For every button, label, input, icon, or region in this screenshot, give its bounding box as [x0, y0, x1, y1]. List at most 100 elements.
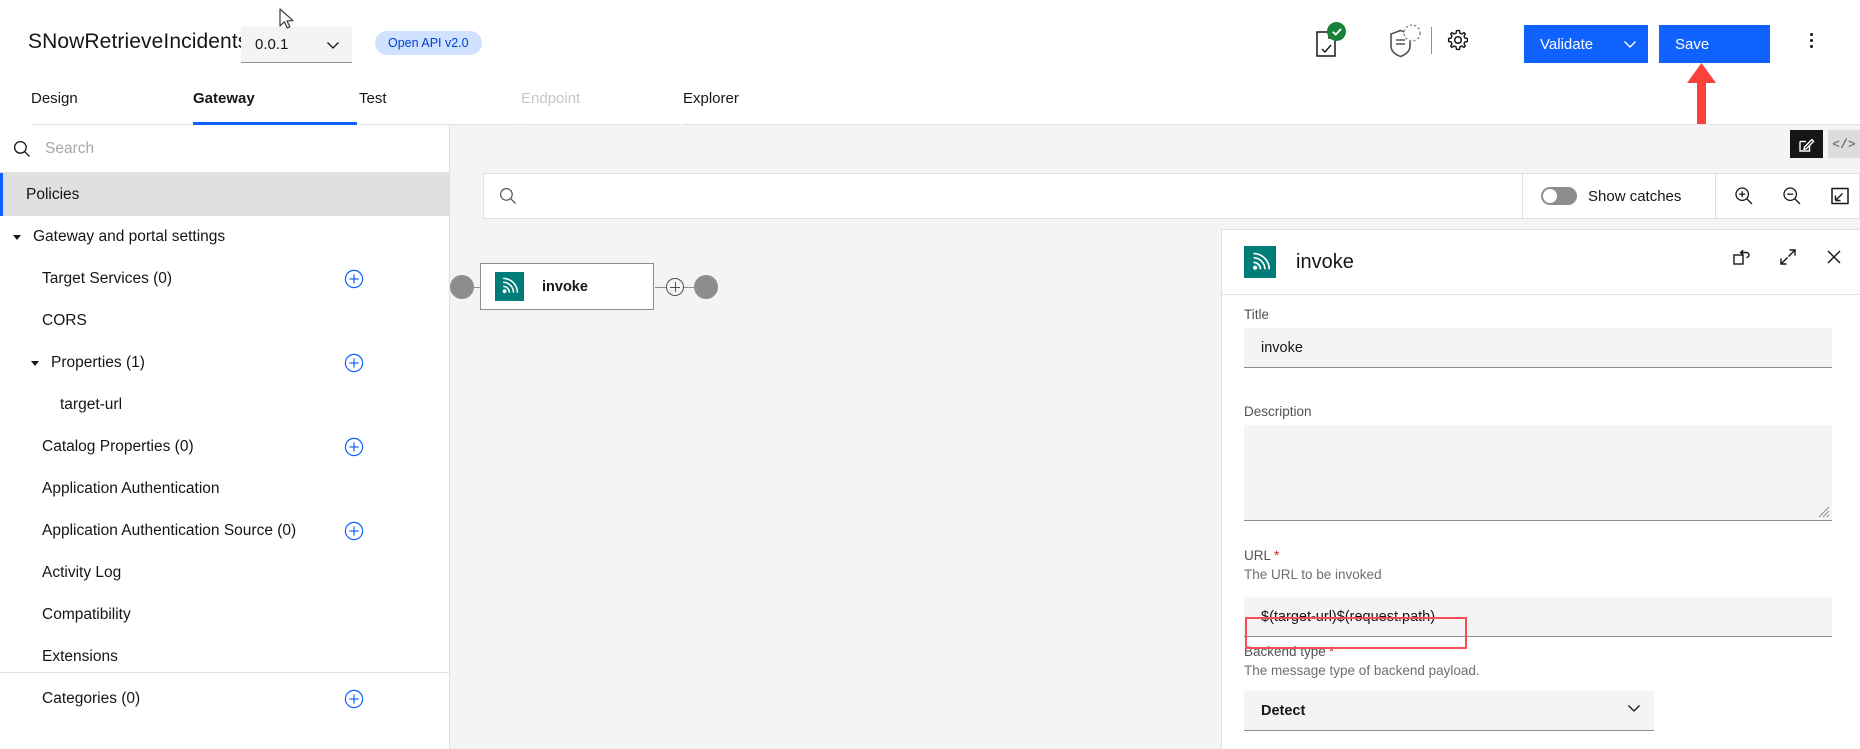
- add-item-button[interactable]: [344, 437, 364, 457]
- property-panel-title: invoke: [1296, 251, 1354, 274]
- tab-gateway-label: Gateway: [193, 90, 255, 107]
- tab-explorer[interactable]: Explorer: [683, 87, 843, 125]
- code-view-button[interactable]: </>: [1828, 130, 1860, 158]
- overflow-menu-button[interactable]: [1800, 28, 1822, 52]
- caret-down-icon: [29, 357, 41, 369]
- sidebar-group-gateway-portal-settings[interactable]: Gateway and portal settings: [0, 216, 449, 258]
- search-input[interactable]: [45, 140, 395, 158]
- sidebar-divider: [0, 672, 449, 673]
- add-item-button[interactable]: [344, 689, 364, 709]
- sidebar-item-label: Compatibility: [42, 606, 131, 624]
- mouse-cursor-icon: [279, 8, 296, 32]
- edit-pencil-icon: [1798, 136, 1815, 153]
- zoom-out-icon[interactable]: [1781, 185, 1803, 207]
- tab-test[interactable]: Test: [359, 87, 519, 125]
- sidebar-item-target-services-0[interactable]: Target Services (0): [0, 258, 449, 300]
- chevron-down-icon: [325, 37, 341, 53]
- sidebar-item-application-authentication[interactable]: Application Authentication: [0, 468, 449, 510]
- sidebar-item-policies[interactable]: Policies: [0, 173, 449, 216]
- canvas-search[interactable]: [483, 173, 1523, 219]
- invoke-signal-icon: [1244, 246, 1276, 278]
- save-button[interactable]: Save: [1659, 25, 1770, 63]
- sidebar-item-application-authentication-source-0[interactable]: Application Authentication Source (0): [0, 510, 449, 552]
- url-field-help: The URL to be invoked: [1244, 567, 1382, 582]
- sidebar-search[interactable]: [0, 125, 449, 173]
- close-icon[interactable]: [1824, 247, 1844, 267]
- sidebar-item-label: Activity Log: [42, 564, 121, 582]
- property-panel-header: invoke: [1222, 230, 1860, 295]
- show-catches-toggle[interactable]: [1541, 187, 1577, 205]
- property-panel: invoke Title Description: [1221, 229, 1860, 749]
- flow-add-node-after[interactable]: [666, 278, 684, 296]
- show-catches-label: Show catches: [1588, 188, 1681, 205]
- sidebar-item-label: Application Authentication: [42, 480, 220, 498]
- sidebar-item-cors[interactable]: CORS: [0, 300, 449, 342]
- tab-test-label: Test: [359, 90, 387, 107]
- expand-icon[interactable]: [1778, 247, 1798, 267]
- sidebar-item-label: Properties (1): [51, 354, 145, 372]
- api-version-badge: Open API v2.0: [375, 31, 482, 55]
- backend-required-mark: *: [1329, 644, 1334, 659]
- url-field[interactable]: [1244, 597, 1832, 637]
- property-panel-actions: [1732, 247, 1844, 267]
- search-icon: [12, 139, 32, 159]
- flow-connector: [684, 287, 694, 288]
- page-title: SNowRetrieveIncidents: [28, 30, 248, 54]
- property-panel-body: Title Description URL* The URL to be inv…: [1222, 295, 1860, 749]
- tab-explorer-label: Explorer: [683, 90, 739, 107]
- flow-end-node[interactable]: [694, 275, 718, 299]
- fit-to-screen-icon[interactable]: [1829, 185, 1851, 207]
- search-icon: [498, 186, 518, 206]
- tab-endpoint-label: Endpoint: [521, 90, 580, 107]
- add-item-button[interactable]: [344, 269, 364, 289]
- url-field-label-text: URL: [1244, 548, 1271, 563]
- sidebar-item-catalog-properties-0[interactable]: Catalog Properties (0): [0, 426, 449, 468]
- flow-node-invoke[interactable]: invoke: [480, 263, 654, 310]
- tab-endpoint: Endpoint: [521, 87, 681, 125]
- zoom-controls: [1716, 173, 1860, 219]
- description-field-label: Description: [1244, 404, 1312, 419]
- flow-connector: [655, 287, 666, 288]
- invoke-signal-icon: [495, 272, 524, 301]
- version-select[interactable]: 0.0.1: [241, 27, 352, 63]
- canvas-search-input[interactable]: [530, 188, 1460, 205]
- flow-node-invoke-label: invoke: [542, 279, 588, 295]
- flow-start-node[interactable]: [450, 275, 474, 299]
- sidebar-item-activity-log[interactable]: Activity Log: [0, 552, 449, 594]
- toolbar-divider: [1431, 27, 1432, 54]
- sidebar-item-properties-1[interactable]: Properties (1): [0, 342, 449, 384]
- tab-design[interactable]: Design: [31, 87, 191, 125]
- add-item-button[interactable]: [344, 353, 364, 373]
- url-required-mark: *: [1274, 548, 1279, 563]
- overflow-dot: [1810, 33, 1813, 36]
- add-item-button[interactable]: [344, 521, 364, 541]
- toggle-knob: [1543, 189, 1557, 203]
- backend-type-select[interactable]: Detect: [1244, 691, 1654, 731]
- sidebar-item-compatibility[interactable]: Compatibility: [0, 594, 449, 636]
- edit-mode-button[interactable]: [1790, 130, 1823, 158]
- backend-type-label-text: Backend type: [1244, 644, 1326, 659]
- tab-bar: Gateway Design Test Endpoint Explorer: [0, 87, 1860, 125]
- check-icon: [1331, 26, 1343, 38]
- sidebar-item-categories-0[interactable]: Categories (0): [0, 678, 449, 720]
- show-catches-container: Show catches: [1523, 173, 1716, 219]
- security-button[interactable]: [1385, 22, 1423, 62]
- code-view-label: </>: [1832, 137, 1855, 152]
- tab-gateway[interactable]: Gateway: [193, 87, 357, 125]
- description-field[interactable]: [1244, 425, 1832, 521]
- sidebar-item-label: Extensions: [42, 648, 118, 666]
- sidebar-item-label: CORS: [42, 312, 87, 330]
- restore-icon[interactable]: [1732, 247, 1752, 267]
- validate-button[interactable]: Validate: [1524, 25, 1648, 63]
- chevron-down-icon: [1626, 700, 1642, 716]
- sidebar-item-label: Categories (0): [42, 690, 140, 708]
- backend-type-field-label: Backend type*: [1244, 644, 1334, 659]
- tab-design-label: Design: [31, 90, 78, 107]
- settings-button[interactable]: [1446, 28, 1470, 52]
- title-field[interactable]: [1244, 328, 1832, 368]
- document-check-button[interactable]: [1311, 22, 1347, 62]
- gear-icon: [1446, 28, 1470, 52]
- sidebar-item-target-url[interactable]: target-url: [0, 384, 449, 426]
- backend-type-select-value: Detect: [1244, 703, 1305, 719]
- zoom-in-icon[interactable]: [1733, 185, 1755, 207]
